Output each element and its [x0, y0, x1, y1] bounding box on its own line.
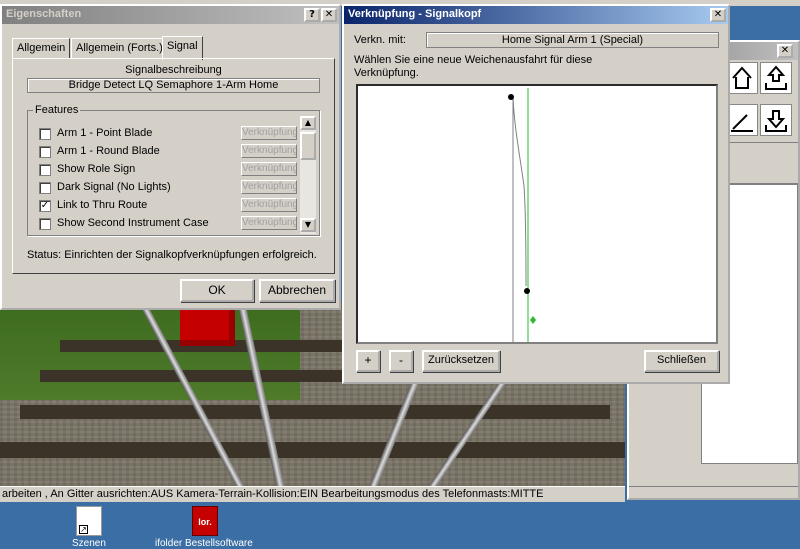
feature-checkbox[interactable] [39, 128, 51, 140]
scroll-thumb[interactable] [300, 132, 316, 160]
feature-checkbox[interactable] [39, 182, 51, 194]
status-bar: arbeiten , An Gitter ausrichten:AUS Kame… [0, 486, 625, 502]
close-icon[interactable]: ✕ [777, 44, 793, 58]
rail-tie [0, 442, 625, 458]
scroll-up-icon[interactable]: ▲ [300, 116, 316, 130]
tool-window-scrollbar[interactable] [701, 466, 798, 480]
close-icon[interactable]: ✕ [710, 8, 726, 22]
feature-link-button[interactable]: Verknüpfung [241, 198, 297, 212]
dialog-title: Verknüpfung - Signalkopf [348, 8, 482, 20]
feature-label: Show Role Sign [57, 163, 136, 175]
signal-marker[interactable] [530, 316, 536, 324]
feature-label: Dark Signal (No Lights) [57, 181, 171, 193]
features-label: Features [33, 104, 81, 116]
tool-window-footer [629, 486, 798, 498]
feature-label: Link to Thru Route [57, 199, 148, 211]
rail-tie [20, 405, 610, 419]
feature-link-button[interactable]: Verknüpfung [241, 216, 297, 230]
feature-link-button[interactable]: Verknüpfung [241, 144, 297, 158]
link-titlebar[interactable]: Verknüpfung - Signalkopf [344, 6, 728, 24]
feature-link-button[interactable]: Verknüpfung [241, 126, 297, 140]
desktop-icon-label[interactable]: ifolder Bestellsoftware [155, 538, 253, 549]
tab-allgemein[interactable]: Allgemein [12, 38, 71, 58]
tab-allgemein-forts[interactable]: Allgemein (Forts.) [71, 38, 168, 58]
status-text: Status: Einrichten der Signalkopfverknüp… [27, 249, 317, 261]
ok-button[interactable]: OK [180, 279, 254, 302]
track-canvas[interactable] [356, 84, 718, 344]
feature-label: Arm 1 - Round Blade [57, 145, 160, 157]
zoom-out-button[interactable]: - [389, 350, 413, 372]
red-object[interactable] [180, 308, 235, 346]
upload-icon[interactable] [760, 62, 792, 94]
shortcut-icon[interactable]: ↗ [76, 506, 102, 536]
cancel-button[interactable]: Abbrechen [259, 279, 335, 302]
close-button[interactable]: Schließen [644, 350, 719, 372]
app-shortcut-icon[interactable]: lor. [192, 506, 218, 536]
dialog-title: Eigenschaften [6, 8, 82, 20]
linked-field[interactable]: Home Signal Arm 1 (Special) [426, 32, 719, 48]
track-node[interactable] [524, 288, 530, 294]
tab-signal[interactable]: Signal [162, 36, 203, 60]
properties-titlebar[interactable]: Eigenschaften [2, 6, 339, 24]
instruction-text: Wählen Sie eine neue Weichenausfahrt für… [354, 54, 593, 79]
feature-label: Show Second Instrument Case [57, 217, 209, 229]
linked-label: Verkn. mit: [354, 34, 406, 46]
feature-checkbox-checked[interactable]: ✓ [39, 200, 51, 212]
feature-checkbox[interactable] [39, 146, 51, 158]
track-node[interactable] [508, 94, 514, 100]
description-label: Signalbeschreibung [125, 64, 222, 76]
features-list: Arm 1 - Point Blade Verknüpfung Arm 1 - … [34, 116, 314, 232]
track-curve [512, 95, 527, 287]
close-icon[interactable]: ✕ [321, 8, 337, 22]
feature-link-button[interactable]: Verknüpfung [241, 180, 297, 194]
properties-dialog: Eigenschaften ? ✕ Allgemein Allgemein (F… [0, 4, 341, 310]
zoom-in-button[interactable]: + [356, 350, 380, 372]
features-scrollbar[interactable]: ▲ ▼ [300, 116, 316, 234]
desktop [0, 502, 800, 546]
download-icon[interactable] [760, 104, 792, 136]
reset-button[interactable]: Zurücksetzen [422, 350, 500, 372]
home-icon[interactable] [726, 62, 758, 94]
scroll-down-icon[interactable]: ▼ [300, 218, 316, 232]
desktop-icon-label[interactable]: Szenen [72, 538, 106, 549]
description-field[interactable]: Bridge Detect LQ Semaphore 1-Arm Home [27, 78, 320, 93]
feature-checkbox[interactable] [39, 164, 51, 176]
link-dialog: Verknüpfung - Signalkopf ✕ Verkn. mit: H… [342, 4, 730, 384]
help-icon[interactable]: ? [304, 8, 320, 22]
feature-link-button[interactable]: Verknüpfung [241, 162, 297, 176]
tool-icon[interactable] [726, 104, 758, 136]
feature-checkbox[interactable] [39, 218, 51, 230]
feature-label: Arm 1 - Point Blade [57, 127, 153, 139]
